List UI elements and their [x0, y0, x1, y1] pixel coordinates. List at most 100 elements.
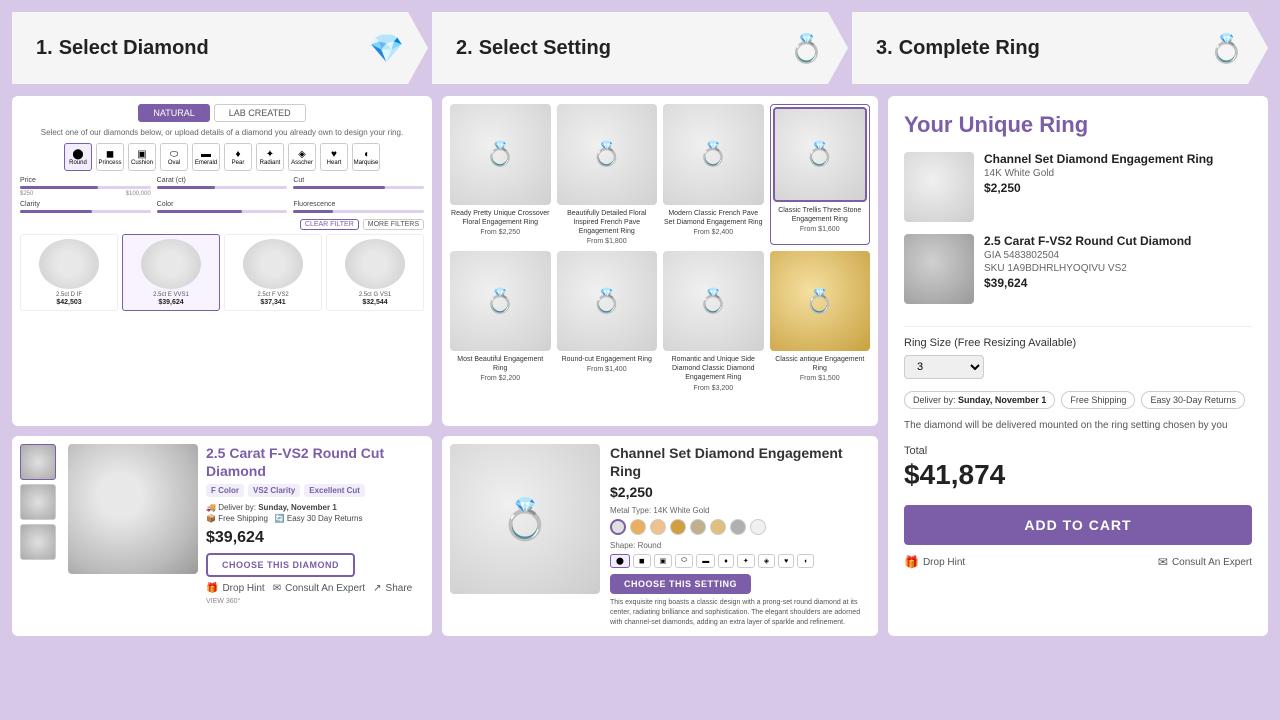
shape-princess-btn[interactable]: ◼ — [633, 554, 651, 568]
step-2[interactable]: 2. Select Setting 💍 — [432, 12, 848, 84]
shape-emerald[interactable]: ▬Emerald — [192, 143, 220, 171]
shape-marquise[interactable]: ◖Marquise — [352, 143, 380, 171]
metal-yellow-gold[interactable] — [630, 519, 646, 535]
delivery-note: The diamond will be delivered mounted on… — [904, 419, 1252, 433]
price-label: Price — [20, 177, 151, 184]
ring-item-5[interactable]: 💍 Round-cut Engagement Ring From $1,400 — [557, 251, 658, 392]
diamond-item-3[interactable]: 2.5ct G VS1 $32,544 — [326, 234, 424, 311]
diamond-thumbnail — [904, 234, 974, 304]
ring-price-4: From $2,200 — [450, 375, 551, 382]
ring-item-7[interactable]: 💍 Classic antique Engagement Ring From $… — [770, 251, 871, 392]
diamond-thumbnails — [20, 444, 60, 628]
color-label: Color — [157, 201, 288, 208]
shape-oval[interactable]: ⬭Oval — [160, 143, 188, 171]
ring-detail-image: 💍 — [450, 444, 600, 594]
ring-name-4: Most Beautiful Engagement Ring — [450, 355, 551, 373]
shape-pear-btn[interactable]: ♦ — [718, 554, 734, 568]
choose-diamond-btn[interactable]: CHOOSE THIS DIAMOND — [206, 553, 355, 577]
metal-rose-gold[interactable] — [650, 519, 666, 535]
metal-two-tone[interactable] — [710, 519, 726, 535]
step-3[interactable]: 3. Complete Ring 💍 — [852, 12, 1268, 84]
setting-name: Channel Set Diamond Engagement Ring — [984, 152, 1252, 166]
shape-cushion[interactable]: ▣Cushion — [128, 143, 156, 171]
diamond-item-2[interactable]: 2.5ct F VS2 $37,341 — [224, 234, 322, 311]
clarity-filter: Clarity — [20, 201, 151, 215]
shape-heart[interactable]: ♥Heart — [320, 143, 348, 171]
fluorescence-filter: Fluorescence — [293, 201, 424, 215]
shape-radiant[interactable]: ✦Radiant — [256, 143, 284, 171]
drop-hint-action[interactable]: 🎁 Drop Hint — [904, 555, 965, 569]
add-to-cart-button[interactable]: ADD TO CART — [904, 505, 1252, 545]
shape-asscher-btn[interactable]: ◈ — [758, 554, 775, 568]
carat-bar — [157, 186, 288, 189]
ring-name-5: Round-cut Engagement Ring — [557, 355, 658, 364]
diamond-img-2 — [243, 239, 303, 289]
shape-emerald-btn[interactable]: ▬ — [696, 554, 715, 568]
step-1[interactable]: 1. Select Diamond 💎 — [12, 12, 428, 84]
ring-size-select[interactable]: 3456 78910 — [904, 355, 984, 379]
metal-type-label: Metal Type: 14K White Gold — [610, 506, 870, 515]
dd-thumb-1[interactable] — [20, 484, 56, 520]
ring-price-6: From $3,200 — [663, 385, 764, 392]
step-3-icon: 💍 — [1209, 32, 1244, 65]
diamond-price: $39,624 — [984, 276, 1252, 290]
diamond-details: 2.5 Carat F-VS2 Round Cut Diamond GIA 54… — [984, 234, 1252, 290]
filter-row-2: Clarity Color Fluorescence — [20, 201, 424, 215]
dd-thumb-2[interactable] — [20, 524, 56, 560]
drop-hint-icon: 🎁 — [904, 555, 919, 569]
diamond-item-0[interactable]: 2.5ct D IF $42,503 — [20, 234, 118, 311]
view-360-label[interactable]: VIEW 360° — [206, 598, 424, 605]
metal-plat-alt[interactable] — [730, 519, 746, 535]
shape-asscher[interactable]: ◈Asscher — [288, 143, 316, 171]
diamond-detail-price: $39,624 — [206, 529, 424, 547]
choose-setting-btn[interactable]: CHOOSE THIS SETTING — [610, 574, 751, 594]
diamond-name: 2.5 Carat F-VS2 Round Cut Diamond — [984, 234, 1252, 248]
ring-item-3[interactable]: 💍 Classic Trellis Three Stone Engagement… — [770, 104, 871, 245]
dd-thumb-0[interactable] — [20, 444, 56, 480]
ring-item-1[interactable]: 💍 Beautifully Detailed Floral Inspired F… — [557, 104, 658, 245]
ring-item-0[interactable]: 💍 Ready Pretty Unique Crossover Floral E… — [450, 104, 551, 245]
more-filters-btn[interactable]: MORE FILTERS — [363, 219, 424, 230]
shape-round[interactable]: ⬤Round — [64, 143, 92, 171]
diamonds-grid: 2.5ct D IF $42,503 2.5ct E VVS1 $39,624 … — [20, 234, 424, 311]
shape-pear[interactable]: ♦Pear — [224, 143, 252, 171]
metal-white-gold[interactable] — [610, 519, 626, 535]
natural-tab[interactable]: NATURAL — [138, 104, 209, 122]
lab-tab[interactable]: LAB CREATED — [214, 104, 306, 122]
shape-princess[interactable]: ◼Princess — [96, 143, 124, 171]
consult-action[interactable]: ✉ Consult An Expert — [1158, 555, 1252, 569]
shape-radiant-btn[interactable]: ✦ — [737, 554, 755, 568]
diamond-shipping: 📦 Free Shipping 🔄 Easy 30 Day Returns — [206, 514, 424, 523]
shape-oval-btn[interactable]: ⬭ — [675, 554, 693, 568]
ring-item-6[interactable]: 💍 Romantic and Unique Side Diamond Class… — [663, 251, 764, 392]
ring-detail-panel: 💍 Channel Set Diamond Engagement Ring $2… — [442, 436, 878, 636]
ring-item-2[interactable]: 💍 Modern Classic French Pave Set Diamond… — [663, 104, 764, 245]
diamond-info-1: 2.5ct E VVS1 — [127, 291, 215, 299]
shape-heart-btn[interactable]: ♥ — [778, 554, 794, 568]
metal-18k-yellow[interactable] — [670, 519, 686, 535]
diamond-price-1: $39,624 — [127, 299, 215, 306]
drop-hint-label: Drop Hint — [923, 557, 965, 568]
steps-header: 1. Select Diamond 💎 2. Select Setting 💍 … — [12, 12, 1268, 84]
diamond-img-0 — [39, 239, 99, 289]
ring-img-6: 💍 — [663, 251, 764, 352]
cut-label: Cut — [293, 177, 424, 184]
ring-size-label: Ring Size (Free Resizing Available) — [904, 337, 1252, 349]
dd-consult[interactable]: ✉ Consult An Expert — [273, 583, 365, 594]
cut-bar — [293, 186, 424, 189]
dd-share[interactable]: ↗ Share — [373, 583, 412, 594]
metal-silver[interactable] — [750, 519, 766, 535]
ring-item-4[interactable]: 💍 Most Beautiful Engagement Ring From $2… — [450, 251, 551, 392]
shape-marquise-btn[interactable]: ◖ — [797, 554, 813, 568]
consult-label: Consult An Expert — [1172, 557, 1252, 568]
delivery-badges: Deliver by: Sunday, November 1 Free Ship… — [904, 391, 1252, 409]
metal-platinum[interactable] — [690, 519, 706, 535]
shape-round-btn[interactable]: ⬤ — [610, 554, 630, 568]
diamond-item-1[interactable]: 2.5ct E VVS1 $39,624 — [122, 234, 220, 311]
dd-drop-hint[interactable]: 🎁 Drop Hint — [206, 583, 265, 594]
carat-label: Carat (ct) — [157, 177, 288, 184]
color-bar — [157, 210, 288, 213]
diamond-info-2: 2.5ct F VS2 — [229, 291, 317, 299]
shape-cushion-btn[interactable]: ▣ — [654, 554, 673, 568]
clear-filter-btn[interactable]: CLEAR FILTER — [300, 219, 359, 230]
